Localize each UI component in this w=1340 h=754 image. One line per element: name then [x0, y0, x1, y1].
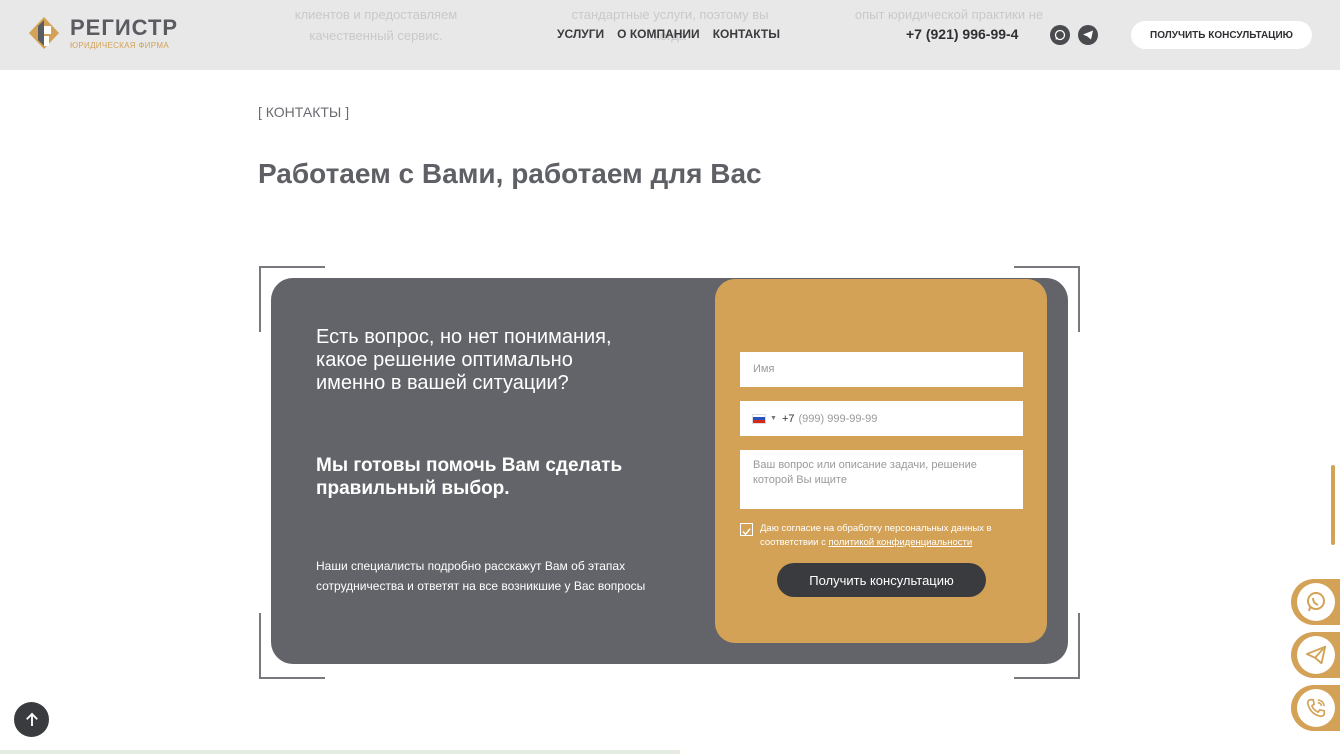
consent-label: Даю согласие на обработку персональных д…: [760, 523, 992, 548]
arrow-up-icon: [25, 712, 38, 726]
header-phone[interactable]: +7 (921) 996-99-4: [906, 26, 1018, 42]
name-input[interactable]: Имя: [740, 352, 1023, 387]
russia-flag-icon[interactable]: [752, 413, 766, 424]
phone-call-icon: [1297, 689, 1335, 727]
nav-item-contacts[interactable]: КОНТАКТЫ: [713, 27, 780, 41]
telegram-icon: [1297, 636, 1335, 674]
scroll-to-top-button[interactable]: [14, 702, 49, 737]
card-question: Есть вопрос, но нет понимания, какое реш…: [316, 326, 612, 394]
phone-code: +7: [781, 412, 795, 425]
chevron-down-icon[interactable]: ▼: [770, 415, 777, 422]
card-description: Наши специалисты подробно расскажут Вам …: [316, 559, 646, 593]
header-consultation-button[interactable]: ПОЛУЧИТЬ КОНСУЛЬТАЦИЮ: [1131, 21, 1312, 49]
telegram-icon[interactable]: [1078, 25, 1098, 45]
message-textarea[interactable]: Ваш вопрос или описание задачи, решение …: [740, 450, 1023, 509]
logo-subtitle: ЮРИДИЧЕСКАЯ ФИРМА: [70, 40, 169, 50]
site-header: клиентов и предоставляем качественный сер…: [0, 0, 1340, 70]
breadcrumb: [ КОНТАКТЫ ]: [258, 104, 350, 120]
ghost-text-1: клиентов и предоставляем качественный сер…: [294, 7, 458, 43]
map-strip: [0, 750, 680, 754]
nav-item-about[interactable]: О КОМПАНИИ: [617, 27, 700, 41]
logo[interactable]: РЕГИСТР ЮРИДИЧЕСКАЯ ФИРМА: [28, 16, 178, 50]
card-ready-text: Мы готовы помочь Вам сделать правильный …: [316, 455, 623, 499]
logo-name: РЕГИСТР: [70, 14, 179, 40]
float-telegram-button[interactable]: [1291, 632, 1340, 678]
phone-input[interactable]: ▼ +7 (999) 999-99-99: [740, 401, 1023, 436]
whatsapp-icon: [1297, 583, 1335, 621]
whatsapp-icon[interactable]: [1050, 25, 1070, 45]
float-call-button[interactable]: [1291, 685, 1340, 731]
main-nav: УСЛУГИ О КОМПАНИИ КОНТАКТЫ: [557, 27, 780, 41]
page-title: Работаем с Вами, работаем для Вас: [258, 158, 762, 189]
nav-item-services[interactable]: УСЛУГИ: [557, 27, 604, 41]
ghost-text-3: опыт юридической практики не: [854, 7, 1044, 22]
submit-consultation-button[interactable]: Получить консультацию: [777, 563, 986, 597]
float-whatsapp-button[interactable]: [1291, 579, 1340, 625]
phone-placeholder: (999) 999-99-99: [798, 412, 878, 425]
logo-icon: [28, 16, 60, 50]
scrollbar[interactable]: [1331, 465, 1335, 545]
privacy-policy-link[interactable]: политикой конфиденциальности: [829, 537, 973, 548]
